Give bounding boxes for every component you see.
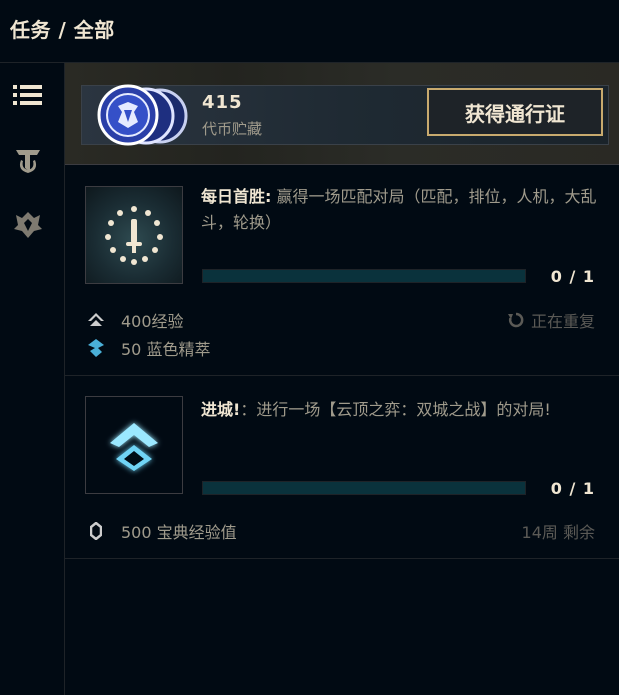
mission-tft-icon [85,396,183,494]
mission-description: 每日首胜: 赢得一场匹配对局（匹配，排位，人机，大乱斗，轮换） [201,184,601,236]
reward-item: 500 宝典经验值 [87,519,237,543]
mission-title: 进城! [201,400,241,419]
mission-progress-label: 0 / 1 [550,267,595,286]
repeat-status: 正在重复 [507,308,595,332]
repeat-icon [507,312,524,328]
reward-item: 400经验 [87,308,184,332]
xp-icon [87,311,105,329]
time-remaining: 14周 剩余 [521,523,595,542]
tft-icon[interactable] [10,143,46,179]
list-icon[interactable] [10,77,46,113]
page-header: 任务 / 全部 [0,0,619,63]
mission-item: 每日首胜: 赢得一场匹配对局（匹配，排位，人机，大乱斗，轮换） 0 / 1 40… [65,164,619,376]
get-pass-button[interactable]: 获得通行证 [427,88,603,136]
crest-icon[interactable] [10,207,46,243]
mission-description: 进城!：进行一场【云顶之弈：双城之战】的对局! [201,397,601,423]
token-label: 代币贮藏 [202,120,263,138]
missions-panel: 415 代币贮藏 获得通行证 每日首胜: 赢得一场匹配对局（匹配，排位，人机，大… [65,63,619,695]
token-banner: 415 代币贮藏 获得通行证 [65,63,619,165]
token-bank: 415 代币贮藏 获得通行证 [81,84,609,146]
reward-label: 500 宝典经验值 [121,523,237,542]
repeat-status-label: 正在重复 [530,312,595,331]
reward-item: 50 蓝色精萃 [87,336,210,360]
mission-description-text: ：进行一场【云顶之弈：双城之战】的对局! [240,400,551,419]
reward-label: 50 蓝色精萃 [121,340,211,359]
token-count: 415 [202,92,243,113]
mission-title: 每日首胜: [201,187,272,206]
mission-first-win-icon [85,186,183,284]
page-title: 任务 / 全部 [10,18,115,42]
blue-essence-icon [87,339,105,357]
reward-label: 400经验 [121,312,184,331]
mission-progress-label: 0 / 1 [550,479,595,498]
codex-xp-icon [87,522,105,540]
mission-progress-bar [202,481,526,495]
mission-progress-bar [202,269,526,283]
token-coins-icon [97,84,188,146]
mission-item: 进城!：进行一场【云顶之弈：双城之战】的对局! 0 / 1 500 宝典经验值 … [65,375,619,559]
sidebar [0,63,65,695]
